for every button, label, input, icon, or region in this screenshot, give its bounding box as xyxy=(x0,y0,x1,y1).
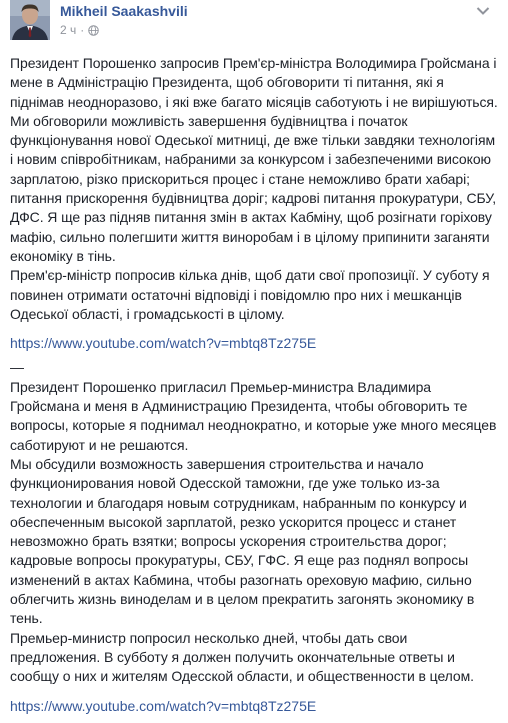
post-paragraph-uk-1: Президент Порошенко запросив Прем'єр-мін… xyxy=(10,55,498,110)
facebook-post: Mikheil Saakashvili 2 ч · Президент Поро… xyxy=(0,0,508,723)
post-timestamp[interactable]: 2 ч xyxy=(60,23,76,37)
post-body: Президент Порошенко запросив Прем'єр-мін… xyxy=(10,54,500,721)
post-meta: 2 ч · xyxy=(60,23,100,37)
profile-photo-icon xyxy=(10,0,50,40)
post-paragraph-ru-2: Мы обсудили возможность завершения строи… xyxy=(10,455,475,627)
post-paragraph-uk-3: Прем'єр-міністр попросив кілька днів, що… xyxy=(10,267,490,322)
youtube-link-1[interactable]: https://www.youtube.com/watch?v=mbtq8Tz2… xyxy=(10,334,500,353)
meta-separator: · xyxy=(80,23,85,37)
globe-icon[interactable] xyxy=(88,24,100,36)
author-name[interactable]: Mikheil Saakashvili xyxy=(60,3,188,19)
post-header: Mikheil Saakashvili 2 ч · xyxy=(10,0,498,42)
avatar[interactable] xyxy=(10,0,50,40)
post-paragraph-ru-1: Президент Порошенко пригласил Премьер-ми… xyxy=(10,378,497,453)
language-divider: — xyxy=(10,359,24,376)
post-paragraph-uk-2: Ми обговорили можливість завершення буді… xyxy=(10,112,497,264)
post-paragraph-ru-3: Премьер-министр попросил несколько дней,… xyxy=(10,629,474,685)
chevron-down-icon[interactable] xyxy=(476,6,490,16)
youtube-link-2[interactable]: https://www.youtube.com/watch?v=mbtq8Tz2… xyxy=(10,697,500,716)
